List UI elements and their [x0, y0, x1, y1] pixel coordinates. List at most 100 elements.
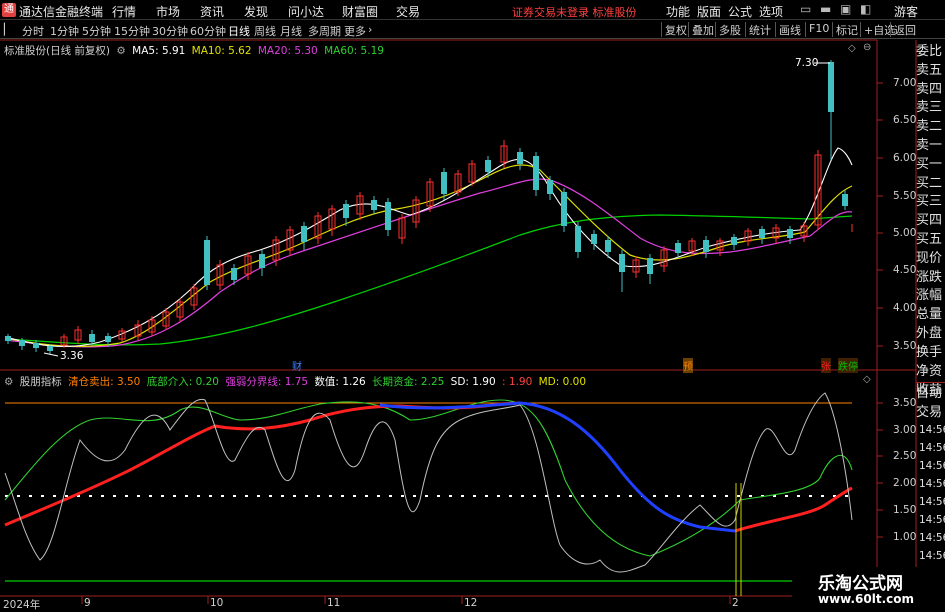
candle — [575, 226, 581, 252]
y-tick-label: 3.50 — [893, 340, 917, 352]
high-price-label: 7.30 — [795, 57, 819, 69]
indicator-red-curve-late — [734, 486, 853, 533]
indicator-y-label: 3.50 — [893, 397, 917, 409]
event-marker-limit-down[interactable]: 跌停 — [838, 358, 858, 373]
candle — [731, 237, 737, 245]
x-axis-label: 2 — [732, 597, 739, 609]
ma20-line — [4, 178, 853, 348]
ma60-label: MA60: 5.19 — [324, 45, 384, 57]
quote-label: 委比 — [916, 44, 943, 59]
candle — [33, 343, 39, 348]
indicator-y-label: 2.50 — [893, 450, 917, 462]
candle — [828, 62, 834, 112]
candlestick-series — [5, 60, 853, 354]
candle — [485, 160, 491, 172]
indicator-param: 底部介入: 0.20 — [146, 376, 219, 388]
auto-trade-panel: 自动 交易 — [916, 385, 945, 423]
candle — [385, 202, 391, 230]
y-tick-marks — [877, 82, 883, 538]
auto-trade-label[interactable]: 交易 — [916, 404, 945, 423]
y-tick-label: 7.00 — [893, 77, 917, 89]
watermark-title: 乐淘公式网 — [818, 574, 903, 594]
candle — [19, 340, 25, 346]
candle — [89, 334, 95, 342]
indicator-param: 数值: 1.26 — [314, 376, 366, 388]
low-marker-line — [43, 352, 59, 357]
indicator-param: MD: 0.00 — [538, 376, 587, 388]
indicator-chart — [4, 392, 853, 596]
indicator-settings-icon[interactable]: ⚙ — [4, 376, 13, 388]
indicator-param: : 1.90 — [502, 376, 533, 388]
quote-label: 外盘 — [916, 325, 943, 341]
candle — [371, 200, 377, 210]
candle — [533, 156, 539, 190]
quote-label: 卖四 — [916, 81, 943, 97]
candle — [204, 240, 210, 285]
ma60-line — [4, 214, 853, 346]
ma5-line — [4, 147, 853, 348]
indicator-y-label: 2.00 — [893, 477, 917, 489]
candle — [759, 229, 765, 238]
indicator-param: 强弱分界线: 1.75 — [225, 376, 309, 388]
candle — [231, 268, 237, 280]
tick-time: 14:56 — [919, 496, 945, 508]
diamond-icon[interactable]: ◇ — [848, 43, 856, 54]
minus-icon[interactable]: ⊖ — [863, 42, 871, 53]
ma5-label: MA5: 5.91 — [132, 45, 186, 57]
kline-chart[interactable] — [0, 0, 945, 609]
quote-panel: 委比 卖五 卖四 卖三 卖二 卖一 买一 买二 买三 买四 买五 现价 涨跌 涨… — [916, 43, 945, 400]
quote-label: 总量 — [916, 307, 943, 323]
tick-time: 14:56 — [919, 442, 945, 454]
tick-time: 14:56 — [919, 424, 945, 436]
quote-label: 涨跌 — [916, 269, 943, 285]
quote-label: 买五 — [916, 231, 943, 247]
indicator-name[interactable]: 股朋指标 — [20, 376, 62, 388]
candle — [675, 243, 681, 253]
tick-time: 14:56 — [919, 532, 945, 544]
y-tick-label: 4.50 — [893, 264, 917, 276]
quote-label: 净资 — [916, 363, 943, 379]
quote-label: 现价 — [916, 250, 943, 266]
indicator-green-curve — [4, 399, 853, 557]
settings-icon[interactable]: ⚙ — [116, 45, 125, 57]
indicator-y-label: 1.50 — [893, 504, 917, 516]
x-axis-label: 11 — [327, 597, 341, 609]
candle — [47, 346, 53, 351]
event-marker-limit-up[interactable]: 张 — [821, 358, 831, 373]
quote-label: 换手 — [916, 344, 943, 360]
indicator-red-curve — [4, 401, 521, 527]
quote-label: 买三 — [916, 194, 943, 210]
candle — [547, 180, 553, 194]
candle — [605, 240, 611, 252]
candle — [619, 254, 625, 272]
candle — [647, 258, 653, 274]
tick-time: 14:56 — [919, 550, 945, 562]
candle — [441, 172, 447, 194]
x-axis-label: 9 — [84, 597, 91, 609]
x-tick-marks — [81, 596, 731, 604]
quote-label: 卖一 — [916, 137, 943, 153]
low-price-label: 3.36 — [60, 350, 84, 362]
event-marker-finance[interactable]: 财 — [292, 358, 302, 373]
stock-title[interactable]: 标准股份(日线 前复权) — [4, 45, 110, 57]
indicator-param: 长期资金: 2.25 — [372, 376, 445, 388]
indicator-diamond-icon[interactable]: ◇ — [863, 374, 871, 385]
candle — [105, 336, 111, 342]
indicator-legend: ⚙ 股朋指标 清仓卖出: 3.50 底部介入: 0.20 强弱分界线: 1.75… — [4, 374, 589, 389]
indicator-y-label: 1.00 — [893, 531, 917, 543]
quote-label: 卖二 — [916, 119, 943, 135]
candle — [591, 234, 597, 244]
candle — [517, 152, 523, 164]
x-axis-label: 12 — [464, 597, 478, 609]
watermark-url: www.60lt.com — [818, 592, 915, 606]
ma10-label: MA10: 5.62 — [191, 45, 252, 57]
indicator-y-label: 3.00 — [893, 424, 917, 436]
candle — [842, 194, 848, 206]
event-marker-forecast[interactable]: 预 — [683, 358, 693, 373]
indicator-blue-curve — [379, 401, 736, 533]
auto-trade-label[interactable]: 自动 — [916, 385, 945, 404]
y-tick-label: 6.50 — [893, 114, 917, 126]
candle — [703, 240, 709, 252]
candle — [301, 226, 307, 242]
tick-time: 14:56 — [919, 460, 945, 472]
